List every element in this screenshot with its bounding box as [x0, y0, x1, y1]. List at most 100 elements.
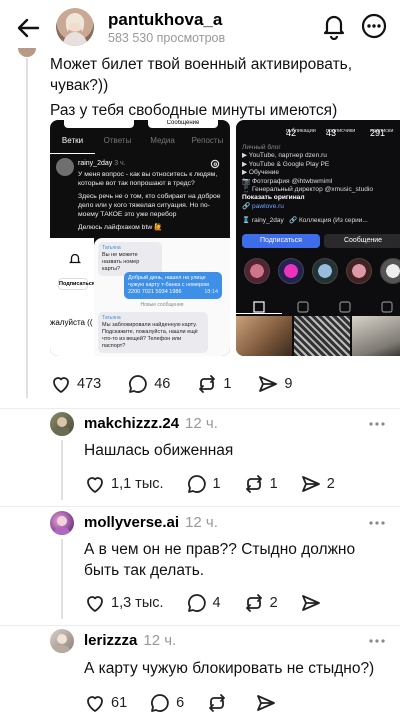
divider: [0, 506, 400, 507]
post-text-line: Раз у тебя свободные минуты имеются): [50, 102, 338, 119]
reply-avatar[interactable]: [50, 511, 74, 535]
screenshot-tabs: Ветки Ответы Медиа Репосты: [50, 136, 230, 154]
profile-username[interactable]: pantukhova_a: [108, 10, 222, 30]
profile-avatar[interactable]: [56, 8, 94, 46]
comment-button[interactable]: 4: [186, 592, 221, 614]
chat-bubble: Татьяна Мы заблокировали найденную карту…: [98, 312, 208, 353]
screenshot-grid-tabs: [236, 300, 400, 314]
repost-icon: [245, 594, 262, 612]
share-button[interactable]: [255, 692, 282, 714]
comment-count: 1: [212, 476, 221, 492]
more-options-icon[interactable]: [368, 520, 386, 526]
like-button[interactable]: 1,3 тыс.: [84, 592, 164, 614]
share-button[interactable]: 9: [257, 373, 293, 395]
thread-connector: [61, 539, 63, 619]
comment-icon: [187, 475, 206, 493]
story-highlight: [244, 258, 270, 284]
reply-avatar[interactable]: [50, 629, 74, 653]
repost-count: 2: [269, 595, 278, 611]
bell-icon[interactable]: [320, 12, 348, 40]
story-highlight: [312, 258, 338, 284]
screenshot-post-text: У меня вопрос - как вы относитесь к людя…: [78, 171, 221, 231]
new-messages-divider: Новые сообщения: [140, 302, 184, 308]
repost-count: 1: [223, 376, 232, 392]
post-text-line: Может билет твой военный активировать, ч…: [50, 56, 353, 94]
thread-connector: [61, 440, 63, 500]
attached-screenshot[interactable]: Сообщение Ветки Ответы Медиа Репосты rai…: [50, 120, 230, 356]
repost-button[interactable]: 1: [243, 473, 278, 495]
back-arrow-icon[interactable]: [14, 14, 42, 42]
screenshot-chips: 🧵 rainy_2day 🔗 Коллекция (Из серии...: [242, 217, 368, 224]
repost-button[interactable]: [206, 692, 233, 714]
bell-icon: [68, 252, 82, 266]
more-options-icon[interactable]: [368, 421, 386, 427]
post-actions: 473 46 1 9: [50, 373, 319, 395]
screenshot-profile-stats: 42 публикации 43 подписчики 291 подписки: [286, 128, 394, 138]
more-options-icon[interactable]: [360, 12, 388, 40]
reply-username[interactable]: makchizzz.24 12 ч.: [84, 415, 218, 432]
like-count: 473: [77, 376, 102, 392]
screenshot-author: rainy_2day 3 ч.: [78, 160, 126, 167]
comment-count: 4: [212, 595, 221, 611]
screenshot-tab: Репосты: [191, 136, 224, 145]
like-button[interactable]: 1,1 тыс.: [84, 473, 164, 495]
heart-icon: [87, 477, 103, 493]
reply-time: 12 ч.: [143, 632, 177, 649]
screenshot-photo-grid: [236, 316, 400, 356]
like-button[interactable]: 61: [84, 692, 127, 714]
chat-bubble: Добрый день, нашел на улице чужую карту …: [124, 272, 222, 299]
reply-text: Нашлась обиженная: [84, 442, 234, 459]
share-count: 2: [326, 476, 335, 492]
top-app-bar: pantukhova_a 583 530 просмотров: [0, 0, 400, 56]
screenshot-profile-bio: Личный блог ▶ YouTube, партнер dzen.ru ▶…: [242, 144, 374, 210]
screenshot-message-button: Сообщение: [148, 120, 218, 128]
repost-button[interactable]: 1: [196, 373, 231, 395]
screenshot-subscribe-button: Подписаться: [58, 278, 95, 290]
share-button[interactable]: 2: [300, 473, 335, 495]
comment-button[interactable]: 46: [127, 373, 170, 395]
screenshot-left-card: Подписаться жалуйста ((: [50, 238, 95, 356]
post-media-carousel[interactable]: Сообщение Ветки Ответы Медиа Репосты rai…: [50, 120, 400, 356]
attached-screenshot[interactable]: 42 публикации 43 подписчики 291 подписки Ли…: [236, 120, 400, 356]
share-button[interactable]: [300, 592, 327, 614]
screenshot-tab: Медиа: [150, 136, 175, 145]
comment-icon: [187, 594, 206, 612]
reply-username[interactable]: lerizzza 12 ч.: [84, 632, 176, 649]
more-options-icon[interactable]: [368, 638, 386, 644]
share-count: 9: [284, 376, 293, 392]
reply-avatar[interactable]: [50, 412, 74, 436]
thread-connector: [26, 58, 28, 398]
story-highlight: [278, 258, 304, 284]
divider: [0, 408, 400, 409]
post-body: Может билет твой военный активировать, ч…: [50, 54, 390, 125]
heart-icon: [53, 377, 69, 393]
send-icon: [257, 695, 276, 711]
like-button[interactable]: 473: [50, 373, 101, 395]
screenshot-tab: Ответы: [103, 136, 132, 145]
repost-icon: [199, 375, 216, 393]
reply-time: 12 ч.: [185, 514, 218, 531]
reply-actions: 1,1 тыс. 1 1 2: [84, 473, 357, 495]
comment-button[interactable]: 1: [186, 473, 221, 495]
heart-icon: [87, 696, 103, 712]
repost-count: 1: [269, 476, 278, 492]
threads-logo-icon: [210, 159, 220, 169]
reply-text: А карту чужую блокировать не стыдно?): [84, 660, 375, 677]
send-icon: [301, 476, 320, 492]
comment-count: 6: [176, 695, 185, 711]
repost-icon: [245, 475, 262, 493]
reply-username[interactable]: mollyverse.ai 12 ч.: [84, 514, 218, 531]
send-icon: [259, 376, 278, 392]
like-count: 61: [111, 695, 128, 711]
screenshot-subscribe-button: Подписаться: [242, 234, 320, 248]
screenshot-chat: Татьяна Вы не можете назвать номер карты…: [94, 238, 230, 356]
repost-button[interactable]: 2: [243, 592, 278, 614]
story-highlight: [346, 258, 372, 284]
repost-icon: [209, 694, 226, 712]
view-count: 583 530 просмотров: [108, 31, 226, 45]
like-count: 1,3 тыс.: [111, 595, 164, 611]
story-highlight: [380, 258, 400, 284]
screenshot-left-text: жалуйста ((: [50, 318, 93, 327]
comment-button[interactable]: 6: [149, 692, 184, 714]
like-count: 1,1 тыс.: [111, 476, 164, 492]
